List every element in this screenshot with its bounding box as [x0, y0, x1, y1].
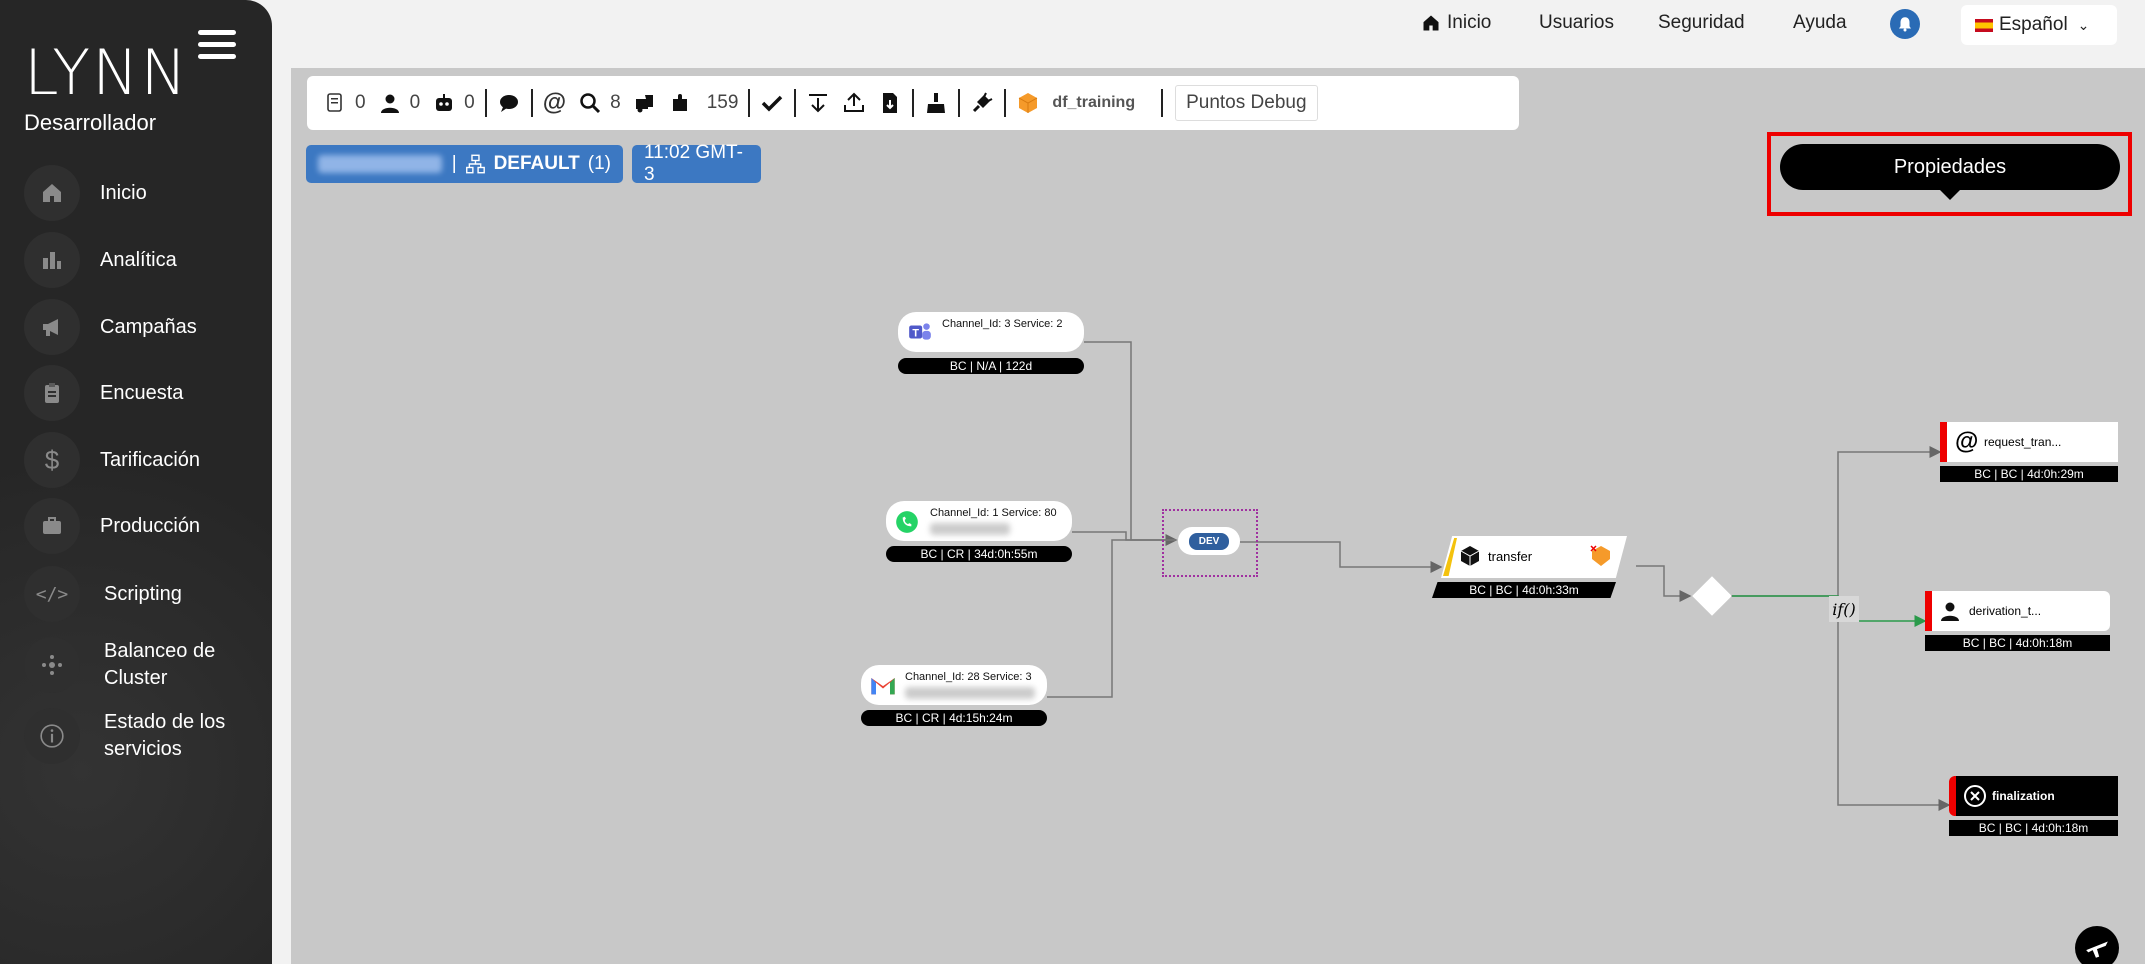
toolbar-item-connect[interactable]: [964, 83, 1000, 123]
derivation-node[interactable]: derivation_t...: [1925, 591, 2110, 631]
file-download-icon: [883, 93, 898, 113]
toolbar-separator: [958, 89, 961, 117]
toolbar-item-clean[interactable]: [918, 83, 954, 123]
if-condition-node[interactable]: if(): [1829, 596, 1859, 622]
whatsapp-icon: [896, 511, 918, 533]
toolbar-item-chat[interactable]: [491, 83, 527, 123]
gmail-icon: [871, 678, 895, 695]
if-label: if(): [1832, 599, 1856, 619]
network-icon: [465, 154, 485, 174]
toolbar-separator: [1004, 89, 1007, 117]
toolbar-item-plugins[interactable]: 159: [663, 83, 745, 123]
toolbar-count: 0: [409, 92, 421, 113]
teams-icon: T: [909, 323, 931, 340]
close-circle-icon: [1964, 785, 1986, 807]
finalization-node-label: finalization: [1992, 789, 2055, 803]
orange-cube-icon: [1019, 93, 1038, 113]
toolbar-item-agents[interactable]: 0: [372, 83, 427, 123]
at-sign-icon: @: [542, 89, 567, 116]
properties-button[interactable]: Propiedades: [1780, 144, 2120, 190]
toolbar-separator: [794, 89, 797, 117]
toolbar-count: 0: [464, 92, 475, 113]
orange-shield-icon: [1590, 545, 1610, 566]
toolbar-item-email[interactable]: @: [537, 83, 572, 123]
node-title: Channel_Id: 3 Service: 2: [942, 318, 1063, 330]
dev-node[interactable]: DEV: [1178, 527, 1240, 555]
blurred-group-name: [318, 155, 442, 173]
toolbar-separator: [1161, 89, 1164, 117]
node-title: Channel_Id: 1 Service: 80: [930, 507, 1057, 519]
toolbar-count: 8: [610, 92, 621, 113]
blurred-text: [905, 687, 1035, 699]
project-name: df_training: [1052, 94, 1136, 111]
chip-divider: |: [451, 153, 457, 174]
group-name: DEFAULT: [493, 153, 580, 174]
at-sign-icon: @: [1955, 428, 1979, 455]
toolbar-item-search[interactable]: 8: [572, 83, 627, 123]
channel-node-gmail[interactable]: Channel_Id: 28 Service: 3: [861, 665, 1047, 705]
channel-node-whatsapp[interactable]: Channel_Id: 1 Service: 80: [886, 501, 1072, 541]
toolbar-item-validate[interactable]: [754, 83, 790, 123]
toolbar-item-upload[interactable]: [836, 83, 872, 123]
toolbar-separator: [912, 89, 915, 117]
node-footer: BC | BC | 4d:0h:18m: [1925, 635, 2110, 651]
node-footer: BC | CR | 4d:15h:24m: [861, 710, 1047, 726]
properties-pointer: [1938, 188, 1962, 200]
svg-text:T: T: [912, 327, 919, 339]
toolbar-item-export[interactable]: [872, 83, 908, 123]
node-footer: BC | BC | 4d:0h:18m: [1949, 820, 2118, 836]
debug-points-button[interactable]: Puntos Debug: [1175, 85, 1318, 121]
box-icon: [1460, 546, 1480, 566]
toolbar-item-import[interactable]: [800, 83, 836, 123]
route-sign-icon: [635, 95, 653, 113]
blurred-text: [930, 523, 1010, 535]
group-chip[interactable]: | DEFAULT (1): [306, 145, 623, 183]
agent-icon: [1941, 602, 1959, 621]
toolbar-separator: [484, 89, 487, 117]
toolbar-separator: [748, 89, 751, 117]
request-node-label: request_tran...: [1984, 435, 2062, 449]
toolbar-item-tasks[interactable]: 0: [317, 83, 372, 123]
node-footer: BC | BC | 4d:0h:33m: [1432, 582, 1616, 598]
search-icon: [580, 93, 601, 114]
toolbar-item-project[interactable]: df_training: [1010, 83, 1141, 123]
checkmark-icon: [762, 95, 783, 112]
chat-bubble-icon: [499, 95, 518, 112]
node-footer: BC | N/A | 122d: [898, 358, 1084, 374]
toolbar-item-bots[interactable]: 0: [426, 83, 481, 123]
flow-toolbar: 0 0 0 @ 8 159 df_training Puntos Debug: [307, 76, 1519, 130]
node-footer: BC | BC | 4d:0h:29m: [1940, 466, 2118, 482]
transfer-node-label: transfer: [1488, 549, 1533, 564]
document-stack-icon: [327, 93, 342, 112]
agent-icon: [380, 94, 399, 113]
request-node[interactable]: @ request_tran...: [1940, 422, 2118, 462]
toolbar-separator: [530, 89, 533, 117]
node-footer: BC | CR | 34d:0h:55m: [886, 546, 1072, 562]
finalization-node[interactable]: finalization: [1949, 776, 2118, 816]
puzzle-icon: [672, 94, 687, 111]
node-title: Channel_Id: 28 Service: 3: [905, 671, 1032, 683]
toolbar-item-routes[interactable]: [627, 83, 663, 123]
broom-icon: [927, 93, 946, 113]
derivation-node-label: derivation_t...: [1969, 604, 2042, 618]
time-chip: 11:02 GMT-3: [632, 142, 761, 185]
download-arrow-icon: [809, 94, 828, 113]
toolbar-count: 159: [706, 92, 739, 113]
dev-node-label: DEV: [1188, 532, 1230, 550]
robot-icon: [436, 94, 453, 111]
channel-node-teams[interactable]: T Channel_Id: 3 Service: 2: [898, 312, 1084, 352]
airplane-button[interactable]: [2075, 926, 2119, 964]
airplane-icon: [2086, 941, 2108, 958]
group-count: (1): [587, 153, 611, 174]
plug-icon: [973, 92, 993, 113]
toolbar-count: 0: [355, 92, 366, 113]
upload-icon: [844, 92, 865, 112]
